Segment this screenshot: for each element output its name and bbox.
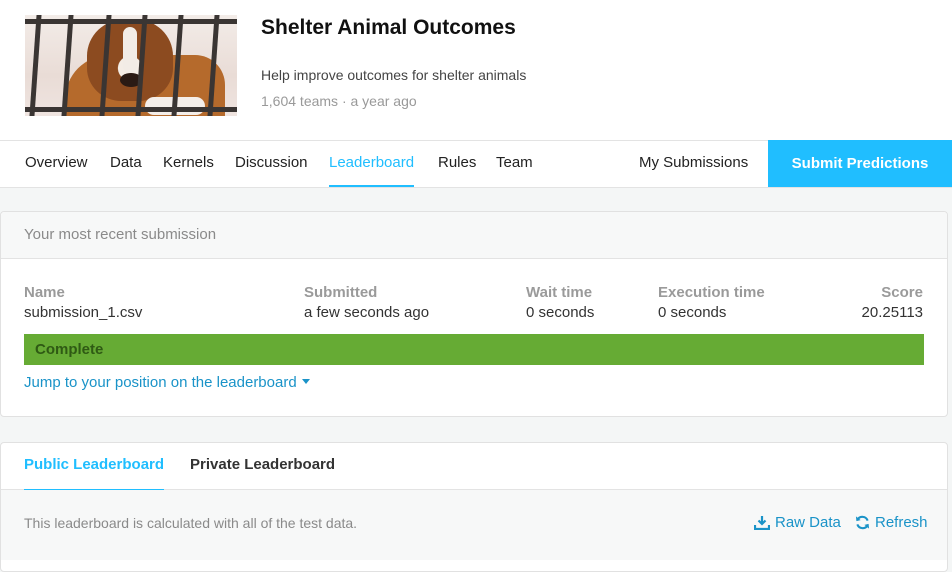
competition-subtitle: Help improve outcomes for shelter animal… — [261, 67, 527, 83]
competition-tab-bar: Overview Data Kernels Discussion Leaderb… — [0, 140, 952, 188]
score-label: Score — [881, 284, 923, 301]
wait-time-value: 0 seconds — [526, 304, 595, 321]
name-column-label: Name — [24, 284, 65, 301]
tab-leaderboard[interactable]: Leaderboard — [329, 141, 415, 187]
tab-overview[interactable]: Overview — [25, 141, 88, 187]
recent-submission-heading: Your most recent submission — [24, 226, 217, 243]
tab-discussion[interactable]: Discussion — [235, 141, 308, 187]
tab-private-leaderboard[interactable]: Private Leaderboard — [190, 443, 335, 490]
tab-rules[interactable]: Rules — [438, 141, 476, 187]
jump-to-position-link[interactable]: Jump to your position on the leaderboard — [24, 374, 310, 391]
submitted-column-label: Submitted — [304, 284, 378, 301]
submission-file-name: submission_1.csv — [24, 304, 143, 321]
caret-down-icon — [301, 379, 310, 384]
tab-data[interactable]: Data — [110, 141, 142, 187]
execution-time-label: Execution time — [658, 284, 765, 301]
submission-status-bar: Complete — [24, 334, 924, 365]
raw-data-label: Raw Data — [775, 514, 841, 531]
refresh-icon — [855, 515, 870, 530]
score-value: 20.25113 — [861, 304, 923, 321]
download-icon — [754, 516, 770, 530]
tab-public-leaderboard[interactable]: Public Leaderboard — [24, 443, 165, 491]
competition-header: Shelter Animal Outcomes Help improve out… — [0, 0, 952, 141]
tab-team[interactable]: Team — [496, 141, 533, 187]
submitted-value: a few seconds ago — [304, 304, 430, 321]
competition-title: Shelter Animal Outcomes — [261, 16, 516, 39]
leaderboard-card: Public Leaderboard Private Leaderboard T… — [0, 442, 948, 572]
leaderboard-note: This leaderboard is calculated with all … — [24, 515, 358, 531]
my-submissions-link[interactable]: My Submissions — [639, 141, 748, 187]
submit-predictions-button[interactable]: Submit Predictions — [768, 140, 952, 187]
recent-submission-card: Your most recent submission Name submiss… — [0, 211, 948, 417]
execution-time-value: 0 seconds — [658, 304, 727, 321]
competition-thumbnail — [25, 15, 237, 116]
jump-to-position-label: Jump to your position on the leaderboard — [24, 374, 297, 391]
competition-meta: 1,604 teams · a year ago — [261, 93, 417, 109]
leaderboard-tab-bar: Public Leaderboard Private Leaderboard — [1, 443, 947, 491]
refresh-button[interactable]: Refresh — [855, 514, 928, 531]
tab-kernels[interactable]: Kernels — [163, 141, 214, 187]
raw-data-button[interactable]: Raw Data — [754, 514, 841, 531]
wait-time-label: Wait time — [526, 284, 593, 301]
submission-status-label: Complete — [35, 341, 104, 358]
refresh-label: Refresh — [875, 514, 928, 531]
leaderboard-info-bar: This leaderboard is calculated with all … — [1, 490, 947, 560]
